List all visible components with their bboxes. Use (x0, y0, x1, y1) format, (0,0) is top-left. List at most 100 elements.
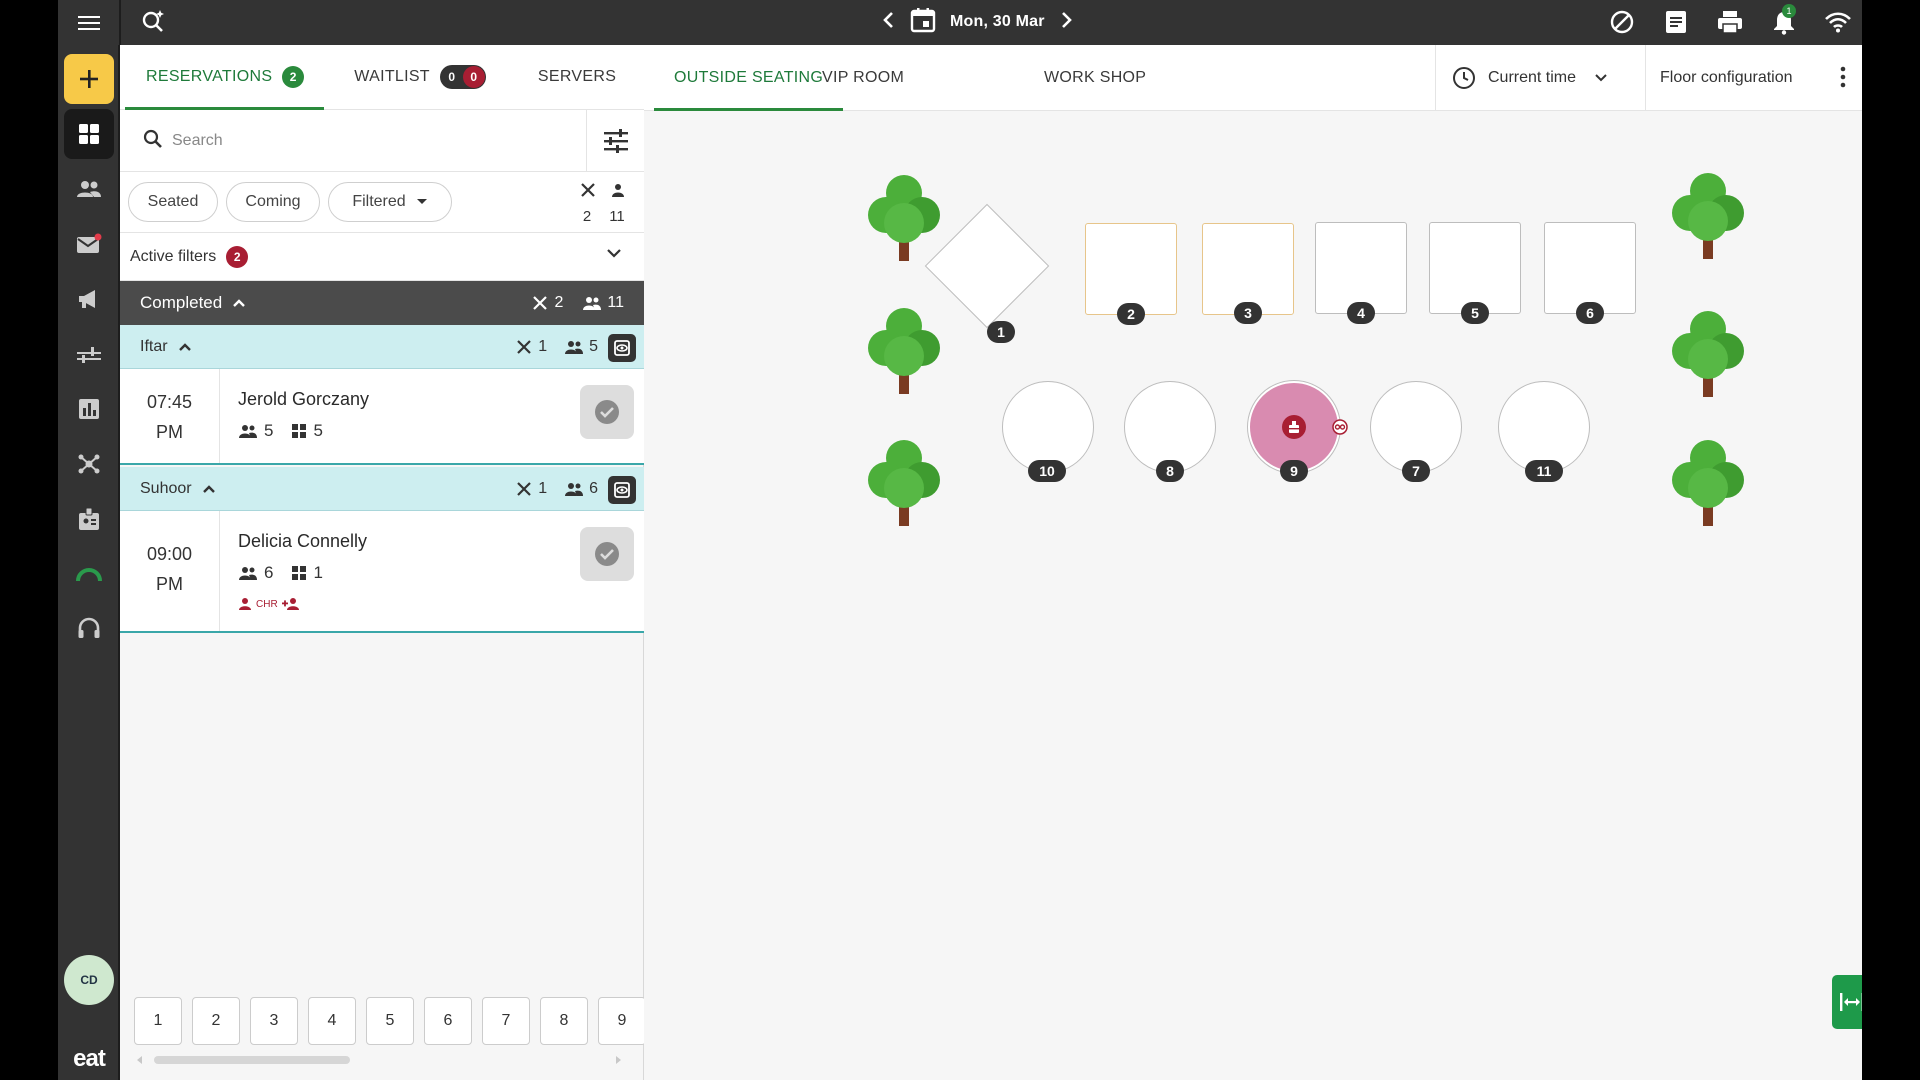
guest-name: Jerold Gorczany (238, 389, 370, 409)
shift-header-suhoor[interactable]: Suhoor 1 6 (120, 467, 644, 511)
waitlist-count: 0 (440, 66, 463, 88)
pagination-scrollbar[interactable] (134, 1053, 624, 1065)
topbar-actions: 1 (1604, 4, 1856, 40)
sidebar-item-staff[interactable] (64, 494, 114, 544)
guest-name: Delicia Connelly (238, 531, 368, 551)
shift-visibility-toggle[interactable] (608, 334, 636, 362)
fit-to-screen-button[interactable] (1832, 975, 1862, 1029)
active-filters-label: Active filters (130, 247, 217, 265)
table-5[interactable] (1429, 222, 1521, 314)
gauge-icon (76, 568, 102, 582)
complete-reservation-button[interactable] (580, 385, 634, 439)
total-covers: 11 (609, 208, 625, 225)
megaphone-icon (79, 290, 95, 308)
calendar-button[interactable] (910, 7, 936, 38)
reservation-meta: 6 1 (238, 563, 323, 583)
shift-header-iftar[interactable]: Iftar 1 5 (120, 325, 644, 369)
tab-work-shop[interactable]: WORK SHOP (1044, 45, 1146, 111)
sidebar-item-marketing[interactable] (64, 274, 114, 324)
chip-filtered[interactable]: Filtered (328, 182, 452, 222)
menu-button[interactable] (58, 0, 120, 45)
table-2[interactable] (1085, 223, 1177, 315)
search-button[interactable] (136, 3, 172, 39)
caret-down-icon (416, 199, 427, 204)
search-bar (120, 110, 644, 172)
table-number: 8 (1156, 460, 1184, 482)
sidebar-item-settings[interactable] (64, 329, 114, 379)
page-button[interactable]: 7 (482, 997, 530, 1045)
sidebar-item-guests[interactable] (64, 164, 114, 214)
tab-vip-room[interactable]: VIP ROOM (822, 45, 904, 111)
chip-coming[interactable]: Coming (226, 182, 320, 222)
guest-count: 5 (264, 421, 274, 440)
shift-stats: 1 6 (516, 467, 598, 511)
active-filters-row[interactable]: Active filters 2 (120, 233, 644, 281)
reservation-row[interactable]: 09:00 PM Delicia Connelly 6 1 CHR (120, 511, 644, 633)
table-number: 10 (1028, 460, 1066, 482)
chevron-down-icon (607, 249, 621, 258)
page-button[interactable]: 4 (308, 997, 356, 1045)
avatar[interactable]: CD (64, 955, 114, 1005)
notes-button[interactable] (1658, 4, 1694, 40)
tab-label: RESERVATIONS (146, 68, 273, 85)
table-1[interactable] (924, 203, 1050, 329)
table-6[interactable] (1544, 222, 1636, 314)
previous-day-button[interactable] (882, 11, 896, 34)
sidebar-item-integrations[interactable] (64, 439, 114, 489)
link-icon (1332, 419, 1348, 435)
table-number: 4 (1347, 302, 1375, 324)
table-number: 1 (987, 321, 1015, 343)
complete-reservation-button[interactable] (580, 527, 634, 581)
completed-group-header[interactable]: Completed 2 11 (120, 281, 644, 325)
block-button[interactable] (1604, 4, 1640, 40)
notifications-button[interactable]: 1 (1766, 4, 1802, 40)
shift-reservations: 1 (538, 480, 548, 497)
page-button[interactable]: 6 (424, 997, 472, 1045)
waitlist-count-badge: 0 0 (439, 65, 486, 89)
table-4[interactable] (1315, 222, 1407, 314)
scroll-left-icon (137, 1056, 142, 1064)
page-button[interactable]: 8 (540, 997, 588, 1045)
tab-reservations[interactable]: RESERVATIONS 2 (120, 45, 325, 110)
chip-label: Filtered (352, 193, 406, 210)
search-input[interactable] (172, 124, 472, 158)
search-ai-icon (142, 10, 164, 32)
more-vert-icon (1840, 66, 1846, 88)
filter-settings-button[interactable] (586, 110, 644, 172)
tab-outside-seating[interactable]: OUTSIDE SEATING (653, 45, 844, 111)
page-button[interactable]: 2 (192, 997, 240, 1045)
tables-icon (292, 424, 307, 438)
next-day-button[interactable] (1059, 11, 1073, 34)
sidebar-item-messages[interactable] (64, 219, 114, 269)
page-button[interactable]: 3 (250, 997, 298, 1045)
print-button[interactable] (1712, 4, 1748, 40)
page-button[interactable]: 5 (366, 997, 414, 1045)
sidebar-item-support[interactable] (64, 604, 114, 654)
notes-icon (1666, 11, 1686, 33)
floor-configuration-button[interactable]: Floor configuration (1645, 45, 1862, 111)
table-count: 5 (313, 421, 323, 440)
page-button[interactable]: 1 (134, 997, 182, 1045)
time-selector[interactable]: Current time (1435, 45, 1645, 111)
tab-label: WAITLIST (354, 68, 430, 85)
person-tag-icon (239, 598, 251, 610)
scrollbar-thumb[interactable] (154, 1056, 350, 1064)
current-date[interactable]: Mon, 30 Mar (950, 13, 1045, 31)
app-window: Mon, 30 Mar 1 CD eat RESERVATIONS 2 WAIT… (58, 0, 1862, 1080)
connection-status[interactable] (1820, 4, 1856, 40)
reservation-row[interactable]: 07:45 PM Jerold Gorczany 5 5 (120, 369, 644, 465)
tree-icon (868, 175, 940, 261)
guests-icon (77, 181, 101, 197)
shift-visibility-toggle[interactable] (608, 476, 636, 504)
eye-icon (614, 482, 630, 498)
group-label: Completed (140, 293, 223, 312)
chevron-right-icon (1061, 11, 1072, 28)
sidebar-item-speed[interactable] (64, 549, 114, 599)
chip-seated[interactable]: Seated (128, 182, 218, 222)
tab-waitlist[interactable]: WAITLIST 0 0 (324, 45, 506, 110)
page-button[interactable]: 9 (598, 997, 644, 1045)
sidebar-item-reports[interactable] (64, 384, 114, 434)
tab-servers[interactable]: SERVERS (506, 45, 636, 110)
add-reservation-button[interactable] (64, 54, 114, 104)
sidebar-item-dashboard[interactable] (64, 109, 114, 159)
